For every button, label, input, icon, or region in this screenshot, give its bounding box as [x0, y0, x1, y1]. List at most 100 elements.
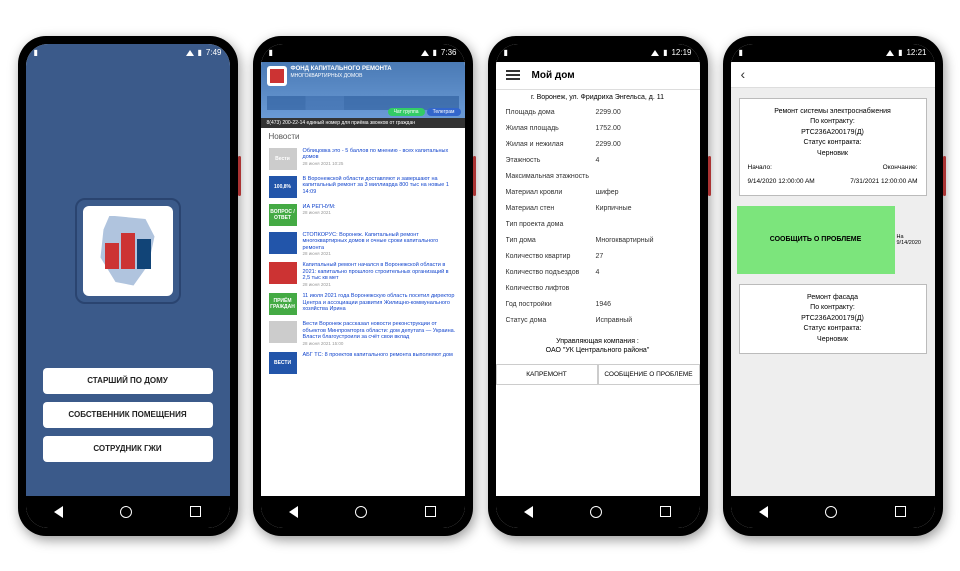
news-screen: ФОНД КАПИТАЛЬНОГО РЕМОНТА МНОГОКВАРТИРНЫ…: [261, 62, 465, 496]
property-row: Тип домаМногоквартирный: [506, 233, 690, 249]
property-key: Количество подъездов: [506, 269, 596, 276]
card-title: Ремонт системы электроснабжения: [748, 107, 918, 118]
end-date: 7/31/2021 12:00:00 AM: [850, 177, 917, 187]
news-date: 28 июня 2021: [303, 282, 457, 287]
status-left-icon: ▮: [34, 48, 38, 57]
ticker: 8(473) 200-22-14 единый номер для приёма…: [261, 118, 465, 128]
property-key: Максимальная этажность: [506, 173, 596, 180]
news-item[interactable]: ПРИЁМ ГРАЖДАН11 июля 2021 года Воронежск…: [261, 290, 465, 318]
news-date: 28 июня 2021: [303, 251, 457, 256]
property-row: Максимальная этажность: [506, 169, 690, 185]
property-key: Площадь дома: [506, 109, 596, 116]
address: г. Воронеж, ул. Фридриха Энгельса, д. 11: [496, 90, 700, 105]
news-item[interactable]: Вести Облицовка это - 5 баллов по мнению …: [261, 145, 465, 173]
report-problem-button[interactable]: СООБЩИТЬ О ПРОБЛЕМЕ: [737, 206, 895, 274]
property-row: Тип проекта дома: [506, 217, 690, 233]
property-row: Материал стенКирпичные: [506, 201, 690, 217]
nav-recent-icon[interactable]: [425, 506, 436, 517]
mgmt-label: Управляющая компания :: [506, 337, 690, 347]
nav-recent-icon[interactable]: [190, 506, 201, 517]
news-item[interactable]: ВОПРОС / ОТВЕТИА РЕГНУМ:28 июня 2021: [261, 201, 465, 229]
nav-home-icon[interactable]: [825, 506, 837, 518]
android-navbar: [496, 496, 700, 528]
nav-home-icon[interactable]: [120, 506, 132, 518]
tab-report-problem[interactable]: СООБЩЕНИЕ О ПРОБЛЕМЕ: [598, 364, 700, 385]
news-title: Облицовка это - 5 баллов по мнению - все…: [303, 148, 457, 161]
property-key: Тип дома: [506, 237, 596, 244]
signal-icon: [186, 50, 194, 56]
tab-caprepair[interactable]: КАПРЕМОНТ: [496, 364, 598, 385]
property-key: Год постройки: [506, 301, 596, 308]
management-company: Управляющая компания : ОАО "УК Центральн…: [496, 329, 700, 365]
contract-label: По контракту:: [748, 303, 918, 314]
news-item[interactable]: Вести Воронеж рассказал новости реконстр…: [261, 318, 465, 349]
role-owner-button[interactable]: СОБСТВЕННИК ПОМЕЩЕНИЯ: [43, 402, 213, 428]
nav-home-icon[interactable]: [590, 506, 602, 518]
nav-back-icon[interactable]: [759, 506, 768, 518]
news-title: АБГ ТС: 8 проектов капитального ремонта …: [303, 352, 457, 359]
property-row: Этажность4: [506, 153, 690, 169]
news-thumb: [269, 321, 297, 343]
side-l2: 9/14/2020: [897, 240, 921, 246]
status-time: 7:36: [441, 48, 457, 57]
property-row: Количество квартир27: [506, 249, 690, 265]
news-thumb: Вести: [269, 148, 297, 170]
contract-card[interactable]: Ремонт системы электроснабжения По контр…: [739, 98, 927, 196]
news-thumb: ВОПРОС / ОТВЕТ: [269, 204, 297, 226]
property-value: 27: [596, 253, 690, 260]
news-item[interactable]: 100,8%В Воронежской области доставляют и…: [261, 173, 465, 201]
nav-recent-icon[interactable]: [895, 506, 906, 517]
signal-icon: [421, 50, 429, 56]
menu-icon[interactable]: [506, 70, 520, 80]
property-row: Материал кровлишифер: [506, 185, 690, 201]
property-value: 1752.00: [596, 125, 690, 132]
nav-back-icon[interactable]: [289, 506, 298, 518]
property-value: Исправный: [596, 317, 690, 324]
role-inspector-button[interactable]: СОТРУДНИК ГЖИ: [43, 436, 213, 462]
back-bar[interactable]: ‹: [731, 62, 935, 88]
mgmt-value: ОАО "УК Центрального района": [506, 346, 690, 356]
start-date: 9/14/2020 12:00:00 AM: [748, 177, 815, 187]
news-item[interactable]: СТОПКОРУС: Воронеж. Капитальный ремонт м…: [261, 229, 465, 260]
role-senior-button[interactable]: СТАРШИЙ ПО ДОМУ: [43, 368, 213, 394]
phone-3: ▮ ▮ 12:19 Мой дом г. Воронеж, ул. Фридри…: [488, 36, 708, 536]
property-row: Количество лифтов: [506, 281, 690, 297]
nav-recent-icon[interactable]: [660, 506, 671, 517]
chat-pill[interactable]: Чат группа: [388, 108, 425, 116]
property-key: Материал кровли: [506, 189, 596, 196]
battery-icon: ▮: [663, 48, 667, 57]
signal-icon: [651, 50, 659, 56]
property-list: Площадь дома2299.00Жилая площадь1752.00Ж…: [496, 105, 700, 329]
card-title: Ремонт фасада: [748, 293, 918, 304]
property-key: Жилая площадь: [506, 125, 596, 132]
contract-card[interactable]: Ремонт фасада По контракту: РТС236А20017…: [739, 284, 927, 355]
contract-number: РТС236А200179(Д): [748, 128, 918, 139]
news-date: 28 июня 2021 15:00: [303, 341, 457, 346]
battery-icon: ▮: [898, 48, 902, 57]
news-item[interactable]: ВЕСТИАБГ ТС: 8 проектов капитального рем…: [261, 349, 465, 377]
status-label: Статус контракта:: [748, 324, 918, 335]
status-left-icon: ▮: [739, 48, 743, 57]
contract-label: По контракту:: [748, 117, 918, 128]
news-thumb: [269, 232, 297, 254]
nav-home-icon[interactable]: [355, 506, 367, 518]
property-value: 2299.00: [596, 109, 690, 116]
property-row: Количество подъездов4: [506, 265, 690, 281]
nav-back-icon[interactable]: [54, 506, 63, 518]
news-date: 28 июня 2021: [303, 210, 457, 215]
status-bar: ▮ ▮ 12:19: [496, 44, 700, 62]
telegram-pill[interactable]: Телеграм: [427, 108, 461, 116]
four-phone-showcase: ▮ ▮ 7:49: [0, 0, 960, 571]
android-navbar: [261, 496, 465, 528]
status-value: Черновик: [748, 335, 918, 346]
fund-banner: ФОНД КАПИТАЛЬНОГО РЕМОНТА МНОГОКВАРТИРНЫ…: [261, 62, 465, 118]
news-thumb: ПРИЁМ ГРАЖДАН: [269, 293, 297, 315]
end-label: Окончание:: [883, 164, 918, 171]
property-value: шифер: [596, 189, 690, 196]
my-house-screen: Мой дом г. Воронеж, ул. Фридриха Энгельс…: [496, 62, 700, 496]
status-left-icon: ▮: [269, 48, 273, 57]
role-select-screen: СТАРШИЙ ПО ДОМУ СОБСТВЕННИК ПОМЕЩЕНИЯ СО…: [26, 62, 230, 496]
news-item[interactable]: Капитальный ремонт начался в Воронежской…: [261, 259, 465, 290]
news-list[interactable]: Вести Облицовка это - 5 баллов по мнению …: [261, 145, 465, 377]
nav-back-icon[interactable]: [524, 506, 533, 518]
